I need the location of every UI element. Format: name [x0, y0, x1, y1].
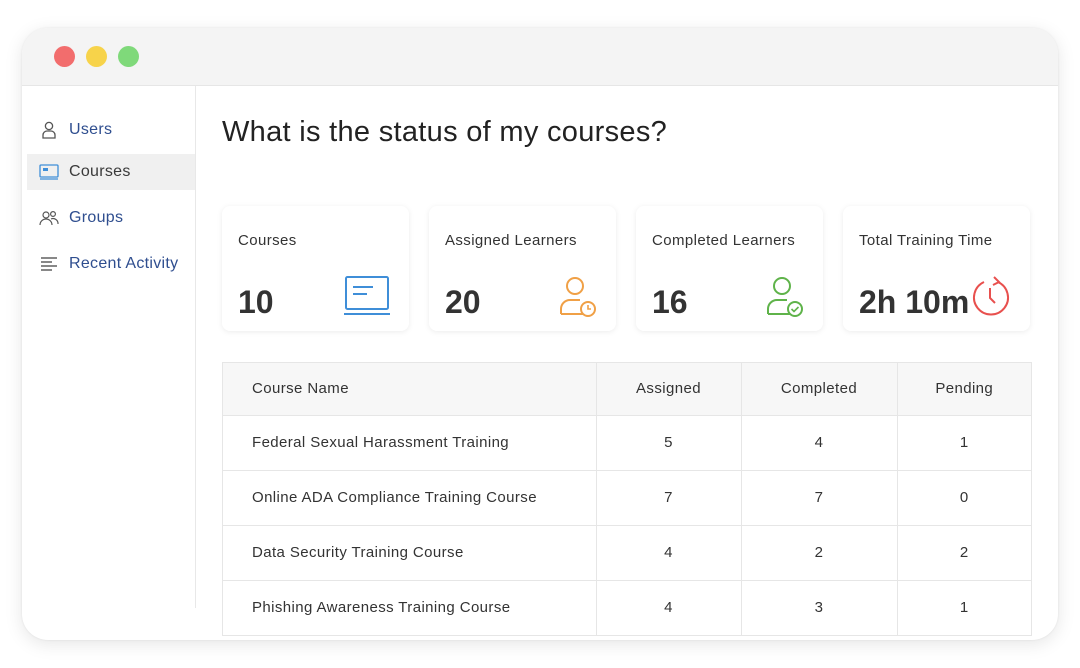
cell-assigned: 4 — [596, 580, 742, 635]
table-row[interactable]: Federal Sexual Harassment Training 5 4 1 — [223, 415, 1031, 471]
sidebar-item-courses[interactable]: Courses — [27, 154, 195, 190]
sidebar-item-recent-activity[interactable]: Recent Activity — [27, 246, 195, 282]
courses-table: Course Name Assigned Completed Pending F… — [222, 362, 1032, 636]
cell-course-name: Phishing Awareness Training Course — [223, 580, 597, 635]
table-header-row: Course Name Assigned Completed Pending — [223, 363, 1031, 416]
stat-card-courses: Courses 10 — [222, 206, 409, 331]
sidebar-item-label: Groups — [69, 209, 124, 226]
stat-label: Total Training Time — [859, 232, 993, 249]
cell-completed: 2 — [741, 525, 898, 581]
cell-assigned: 5 — [596, 415, 742, 471]
sidebar-item-groups[interactable]: Groups — [27, 200, 195, 236]
page-title: What is the status of my courses? — [222, 116, 668, 148]
stat-card-total-training-time: Total Training Time 2h 10m — [843, 206, 1030, 331]
stat-card-assigned-learners: Assigned Learners 20 — [429, 206, 616, 331]
stat-value: 10 — [238, 284, 274, 320]
main-content: What is the status of my courses? Course… — [222, 86, 1034, 640]
timer-icon — [970, 274, 1012, 323]
cell-course-name: Data Security Training Course — [223, 525, 597, 581]
stat-value: 20 — [445, 284, 481, 320]
sidebar: Users Courses Groups Recent Activity — [22, 86, 196, 608]
minimize-window-button[interactable] — [86, 46, 107, 67]
maximize-window-button[interactable] — [118, 46, 139, 67]
cell-completed: 7 — [741, 470, 898, 526]
stat-label: Courses — [238, 232, 297, 249]
cell-completed: 4 — [741, 415, 898, 471]
cell-course-name: Online ADA Compliance Training Course — [223, 470, 597, 526]
user-check-icon — [765, 274, 805, 323]
stat-value: 2h 10m — [859, 284, 970, 320]
title-bar — [22, 28, 1058, 86]
groups-icon — [39, 208, 59, 228]
cell-assigned: 7 — [596, 470, 742, 526]
course-screen-icon — [343, 274, 391, 323]
list-icon — [39, 254, 59, 274]
stat-value: 16 — [652, 284, 688, 320]
table-row[interactable]: Online ADA Compliance Training Course 7 … — [223, 470, 1031, 526]
table-row[interactable]: Phishing Awareness Training Course 4 3 1 — [223, 580, 1031, 635]
courses-icon — [39, 162, 59, 182]
column-header-pending[interactable]: Pending — [897, 363, 1031, 416]
column-header-course-name[interactable]: Course Name — [223, 363, 597, 416]
cell-pending: 2 — [897, 525, 1031, 581]
close-window-button[interactable] — [54, 46, 75, 67]
cell-pending: 1 — [897, 415, 1031, 471]
sidebar-item-label: Users — [69, 121, 113, 138]
sidebar-item-users[interactable]: Users — [27, 112, 195, 148]
table-row[interactable]: Data Security Training Course 4 2 2 — [223, 525, 1031, 581]
column-header-assigned[interactable]: Assigned — [596, 363, 742, 416]
cell-pending: 1 — [959, 599, 969, 617]
cell-course-name: Federal Sexual Harassment Training — [223, 415, 597, 471]
user-icon — [39, 120, 59, 140]
column-header-completed[interactable]: Completed — [741, 363, 898, 416]
sidebar-item-label: Courses — [69, 163, 131, 180]
cell-completed: 3 — [741, 580, 898, 635]
stat-card-completed-learners: Completed Learners 16 — [636, 206, 823, 331]
user-clock-icon — [558, 274, 598, 323]
stat-label: Completed Learners — [652, 232, 796, 249]
sidebar-item-label: Recent Activity — [69, 255, 179, 272]
cell-pending: 0 — [897, 470, 1031, 526]
cell-assigned: 4 — [596, 525, 742, 581]
stat-label: Assigned Learners — [445, 232, 577, 249]
app-window: Users Courses Groups Recent Activity Wha… — [22, 28, 1058, 640]
